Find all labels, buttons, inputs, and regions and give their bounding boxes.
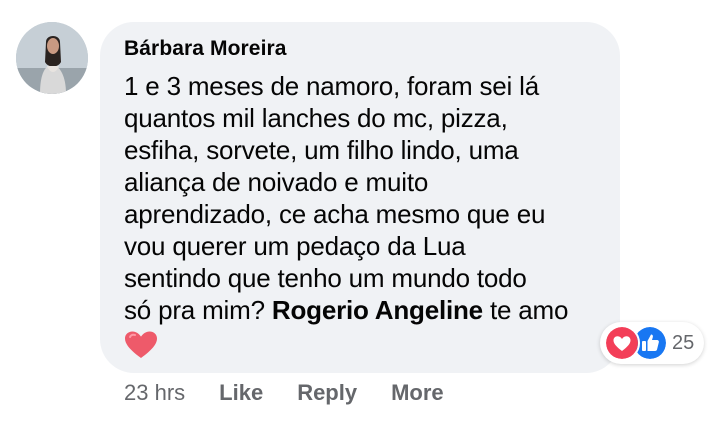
comment-text-tail: te amo [482,295,569,325]
timestamp[interactable]: 23 hrs [124,380,185,406]
heart-emoji-icon [125,331,157,358]
avatar[interactable] [16,22,88,94]
love-icon [604,325,640,361]
comment-text-main: 1 e 3 meses de namoro, foram sei lá quan… [124,71,546,325]
like-button[interactable]: Like [219,380,263,406]
comment-author[interactable]: Bárbara Moreira [124,36,596,62]
reactions-summary[interactable]: 25 [600,322,705,364]
mention-link[interactable]: Rogerio Angeline [272,295,483,325]
more-button[interactable]: More [391,380,444,406]
comment-actions: 23 hrs Like Reply More [124,380,444,406]
reaction-count: 25 [672,331,695,354]
comment: Bárbara Moreira 1 e 3 meses de namoro, f… [0,0,720,443]
comment-bubble: Bárbara Moreira 1 e 3 meses de namoro, f… [100,22,620,373]
avatar-image [16,22,88,94]
comment-text: 1 e 3 meses de namoro, foram sei lá quan… [124,70,596,326]
reply-button[interactable]: Reply [297,380,357,406]
